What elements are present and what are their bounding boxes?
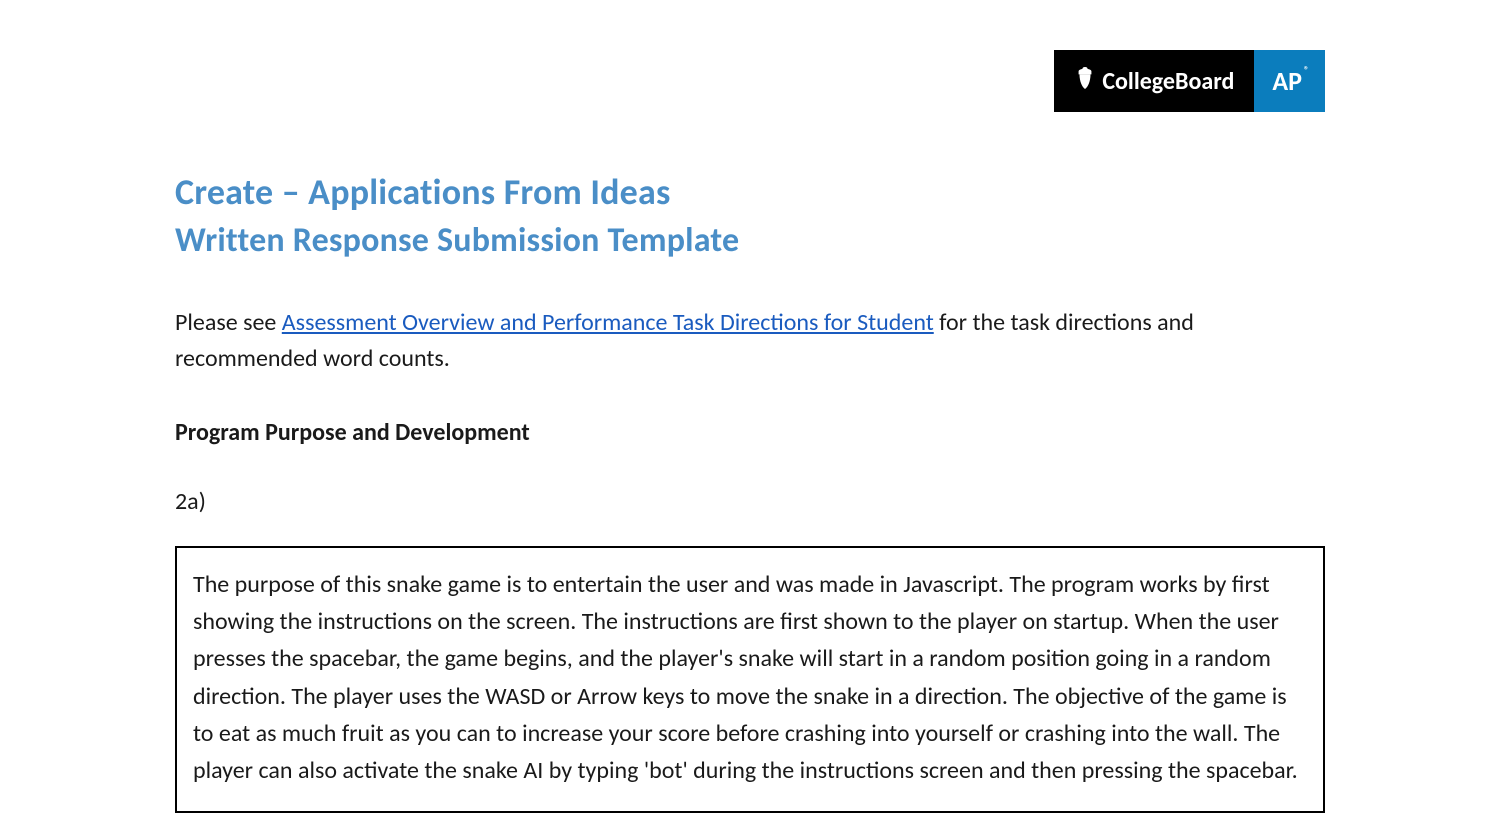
acorn-icon [1074,65,1096,98]
section-heading: Program Purpose and Development [175,418,1325,447]
ap-label: AP [1272,65,1302,97]
collegeboard-label: CollegeBoard [1102,67,1234,96]
document-page: CollegeBoard AP ® Create – Applications … [0,0,1500,813]
brand-badge-row: CollegeBoard AP ® [175,50,1325,112]
question-label-2a: 2a) [175,487,1325,516]
intro-paragraph: Please see Assessment Overview and Perfo… [175,305,1325,376]
collegeboard-badge: CollegeBoard [1054,50,1254,112]
document-title-line-1: Create – Applications From Ideas [175,170,1325,214]
response-box-2a: The purpose of this snake game is to ent… [175,546,1325,813]
response-text-2a: The purpose of this snake game is to ent… [193,570,1298,785]
assessment-directions-link[interactable]: Assessment Overview and Performance Task… [282,308,934,337]
document-title-line-2: Written Response Submission Template [175,220,1325,261]
intro-prefix: Please see [175,308,282,337]
brand-badge: CollegeBoard AP ® [1054,50,1325,112]
ap-badge: AP ® [1254,50,1325,112]
registered-mark-icon: ® [1304,63,1309,76]
